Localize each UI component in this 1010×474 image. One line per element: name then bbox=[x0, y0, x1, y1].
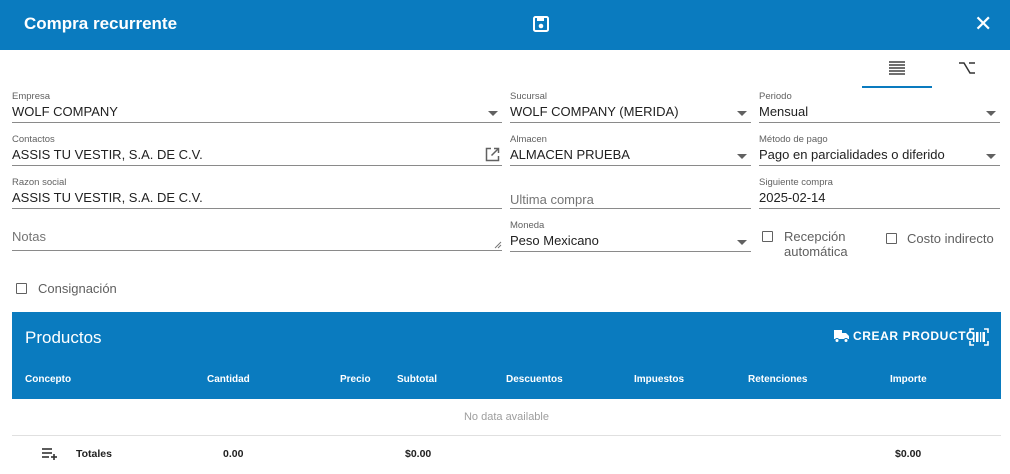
costo-indirecto-checkbox[interactable]: Costo indirecto bbox=[886, 231, 994, 246]
consignacion-checkbox[interactable]: Consignación bbox=[16, 281, 117, 296]
almacen-value: ALMACEN PRUEBA bbox=[510, 147, 630, 162]
column-header[interactable]: Importe bbox=[890, 374, 927, 385]
total-subtotal: $0.00 bbox=[405, 448, 432, 460]
crear-producto-button[interactable]: CREAR PRODUCTO bbox=[833, 327, 976, 344]
empty-table-message: No data available bbox=[12, 399, 1001, 436]
save-icon[interactable] bbox=[532, 15, 550, 33]
barcode-scan-icon[interactable] bbox=[969, 328, 989, 346]
chevron-down-icon bbox=[986, 111, 996, 116]
total-cantidad: 0.00 bbox=[223, 448, 244, 460]
moneda-value: Peso Mexicano bbox=[510, 233, 599, 248]
top-bar: Compra recurrente ✕ bbox=[0, 0, 1010, 50]
tab-list-view[interactable] bbox=[862, 52, 932, 88]
empresa-value: WOLF COMPANY bbox=[12, 104, 118, 119]
column-header[interactable]: Impuestos bbox=[634, 374, 684, 385]
column-header[interactable]: Cantidad bbox=[207, 374, 250, 385]
checkbox-icon bbox=[16, 283, 27, 294]
periodo-select[interactable]: Periodo Mensual bbox=[759, 91, 1000, 123]
column-header[interactable]: Descuentos bbox=[506, 374, 563, 385]
contactos-value: ASSIS TU VESTIR, S.A. DE C.V. bbox=[12, 147, 203, 162]
siguiente-compra-label: Siguiente compra bbox=[759, 177, 833, 188]
costo-indirecto-label: Costo indirecto bbox=[907, 231, 994, 246]
ultima-compra-placeholder: Ultima compra bbox=[510, 192, 594, 207]
option-icon bbox=[959, 62, 975, 74]
crear-producto-label: CREAR PRODUCTO bbox=[853, 328, 976, 343]
notas-textarea[interactable]: Notas bbox=[12, 220, 502, 251]
column-header[interactable]: Precio bbox=[340, 374, 371, 385]
moneda-label: Moneda bbox=[510, 220, 545, 231]
resize-handle-icon[interactable] bbox=[494, 241, 502, 249]
shipping-icon bbox=[834, 330, 849, 343]
sucursal-select[interactable]: Sucursal WOLF COMPANY (MERIDA) bbox=[510, 91, 751, 123]
chevron-down-icon bbox=[737, 240, 747, 245]
checkbox-icon bbox=[762, 231, 773, 242]
siguiente-compra-field[interactable]: Siguiente compra 2025-02-14 bbox=[759, 177, 1000, 209]
periodo-value: Mensual bbox=[759, 104, 809, 119]
empresa-label: Empresa bbox=[12, 91, 51, 102]
moneda-select[interactable]: Moneda Peso Mexicano bbox=[510, 220, 751, 252]
column-header[interactable]: Concepto bbox=[25, 374, 71, 385]
recepcion-automatica-checkbox[interactable]: Recepción automática bbox=[762, 229, 848, 259]
list-view-icon bbox=[889, 61, 905, 75]
open-in-new-icon[interactable] bbox=[485, 147, 500, 162]
empresa-select[interactable]: Empresa WOLF COMPANY bbox=[12, 91, 502, 123]
chevron-down-icon bbox=[737, 154, 747, 159]
metodo-pago-select[interactable]: Método de pago Pago en parcialidades o d… bbox=[759, 134, 1000, 166]
totals-label: Totales bbox=[76, 448, 112, 460]
chevron-down-icon bbox=[737, 111, 747, 116]
almacen-select[interactable]: Almacen ALMACEN PRUEBA bbox=[510, 134, 751, 166]
notas-placeholder: Notas bbox=[12, 229, 46, 244]
siguiente-compra-value: 2025-02-14 bbox=[759, 190, 826, 205]
close-icon[interactable]: ✕ bbox=[974, 13, 992, 35]
productos-section: Productos CREAR PRODUCTO Concepto Cantid… bbox=[12, 312, 1001, 472]
page-title: Compra recurrente bbox=[24, 14, 178, 33]
ultima-compra-field[interactable]: Ultima compra bbox=[510, 177, 751, 209]
sucursal-label: Sucursal bbox=[510, 91, 547, 102]
playlist-add-icon[interactable] bbox=[41, 447, 59, 461]
metodo-pago-label: Método de pago bbox=[759, 134, 828, 145]
consignacion-label: Consignación bbox=[38, 281, 117, 296]
periodo-label: Periodo bbox=[759, 91, 792, 102]
tab-option-view[interactable] bbox=[932, 52, 1002, 88]
checkbox-icon bbox=[886, 233, 897, 244]
totals-row: Totales 0.00 $0.00 $0.00 bbox=[12, 436, 1001, 472]
recepcion-automatica-label: Recepción automática bbox=[784, 229, 848, 259]
almacen-label: Almacen bbox=[510, 134, 547, 145]
view-tabs bbox=[862, 52, 1002, 88]
razon-social-field[interactable]: Razon social ASSIS TU VESTIR, S.A. DE C.… bbox=[12, 177, 502, 209]
metodo-pago-value: Pago en parcialidades o diferido bbox=[759, 147, 945, 162]
razon-social-label: Razon social bbox=[12, 177, 67, 188]
total-importe: $0.00 bbox=[895, 448, 922, 460]
contactos-field[interactable]: Contactos ASSIS TU VESTIR, S.A. DE C.V. bbox=[12, 134, 502, 166]
razon-social-value: ASSIS TU VESTIR, S.A. DE C.V. bbox=[12, 190, 203, 205]
chevron-down-icon bbox=[986, 154, 996, 159]
chevron-down-icon bbox=[488, 111, 498, 116]
contactos-label: Contactos bbox=[12, 134, 55, 145]
productos-header: Productos CREAR PRODUCTO Concepto Cantid… bbox=[12, 312, 1001, 399]
sucursal-value: WOLF COMPANY (MERIDA) bbox=[510, 104, 679, 119]
column-header[interactable]: Retenciones bbox=[748, 374, 807, 385]
productos-title: Productos bbox=[25, 328, 102, 347]
column-header[interactable]: Subtotal bbox=[397, 374, 437, 385]
